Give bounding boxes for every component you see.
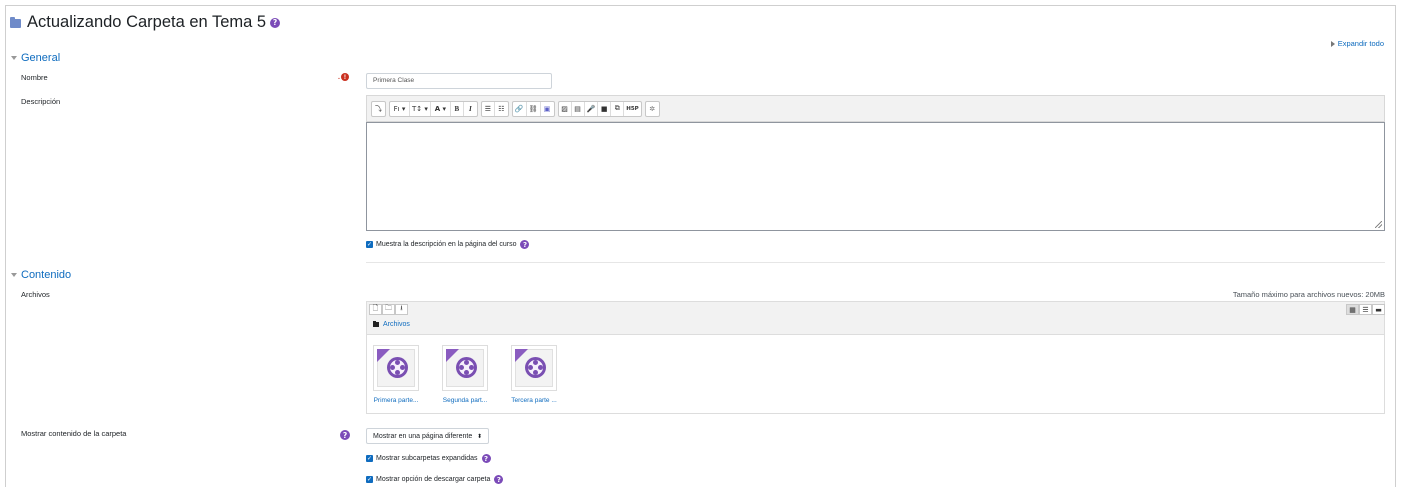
image-button[interactable]: ▨: [559, 101, 572, 116]
unordered-list-button[interactable]: ☰: [482, 101, 495, 116]
resize-grip-icon[interactable]: [1375, 221, 1382, 228]
page-heading: Actualizando Carpeta en Tema 5 ?: [10, 13, 281, 32]
ordered-list-button[interactable]: ☷: [495, 102, 508, 116]
link-button[interactable]: 🔗: [513, 101, 527, 116]
section-content-toggle[interactable]: Contenido: [11, 269, 71, 281]
tree-view-icon[interactable]: ▬: [1372, 304, 1385, 315]
path-label: Archivos: [383, 321, 410, 328]
expand-all-link[interactable]: Expandir todo: [1330, 39, 1384, 48]
list-view-icon[interactable]: ☰: [1359, 304, 1372, 315]
show-subfolders-label: Mostrar subcarpetas expandidas: [376, 455, 478, 462]
help-icon[interactable]: ?: [340, 430, 350, 440]
manage-files-button[interactable]: ⧉: [611, 101, 625, 116]
toolbar-group-5: ▨ ▤ 🎤 ■ ⧉ H5P: [557, 100, 642, 117]
filemanager-view-switch: ▦ ☰ ▬: [1346, 304, 1385, 315]
toolbar-group-3: ☰ ☷: [480, 100, 509, 117]
form-frame: [5, 5, 1396, 487]
toolbar-group-1: ⤵: [371, 100, 386, 117]
triangle-down-icon: [11, 273, 17, 277]
triangle-right-icon: [1330, 40, 1335, 47]
accessibility-button[interactable]: ✲: [646, 102, 659, 116]
file-name: Tercera parte ...: [511, 397, 557, 404]
filemanager-actions: 🗋 🗀 ⭳: [369, 304, 408, 315]
filemanager-content: Primera parte... Segunda part... Tercera…: [366, 335, 1385, 414]
file-name: Primera parte...: [373, 397, 419, 404]
record-audio-button[interactable]: 🎤: [585, 101, 599, 116]
expand-all-label: Expandir todo: [1337, 39, 1384, 48]
filemanager-toolbar: [366, 301, 1385, 335]
section-general-toggle[interactable]: General: [11, 52, 60, 64]
page-title: Actualizando Carpeta en Tema 5: [27, 13, 267, 31]
add-file-icon[interactable]: 🗋: [369, 304, 382, 315]
bold-button[interactable]: B: [451, 101, 464, 116]
required-dot: .: [338, 73, 340, 81]
select-arrow-icon: ⬍: [476, 432, 482, 440]
video-file-icon: [442, 345, 488, 391]
font-color-button[interactable]: A ▾: [431, 101, 451, 116]
folder-icon: [373, 321, 379, 327]
file-item[interactable]: Tercera parte ...: [510, 345, 558, 404]
help-icon[interactable]: ?: [520, 240, 530, 249]
help-icon[interactable]: ?: [494, 475, 504, 484]
description-label: Descripción: [21, 97, 61, 106]
show-description-label: Muestra la descripción en la página del …: [376, 241, 517, 248]
teams-button[interactable]: ▣: [541, 102, 554, 116]
toolbar-toggle-button[interactable]: ⤵: [372, 102, 385, 116]
show-subfolders-checkbox[interactable]: ✓: [366, 455, 373, 462]
help-icon[interactable]: ?: [270, 17, 281, 28]
show-description-checkbox-row[interactable]: ✓ Muestra la descripción en la página de…: [366, 240, 530, 249]
toolbar-group-4: 🔗 ⛓ ▣: [511, 100, 555, 117]
section-divider: [366, 262, 1385, 263]
file-item[interactable]: Primera parte...: [372, 345, 420, 404]
record-video-button[interactable]: ■: [598, 101, 612, 116]
editor-toolbar: ⤵ Fı ▾ T↕ ▾ A ▾ B I ☰ ☷ 🔗 ⛓ ▣ ▨ ▤ 🎤 ■ ⧉ …: [366, 95, 1385, 122]
unlink-button[interactable]: ⛓: [527, 101, 541, 116]
display-content-value: Mostrar en una página diferente: [373, 432, 473, 440]
display-content-select[interactable]: Mostrar en una página diferente ⬍: [366, 428, 489, 444]
toolbar-group-2: Fı ▾ T↕ ▾ A ▾ B I: [389, 100, 478, 117]
download-icon[interactable]: ⭳: [395, 304, 408, 315]
show-download-label: Mostrar opción de descargar carpeta: [376, 476, 491, 483]
font-size-button[interactable]: T↕ ▾: [410, 101, 431, 116]
required-indicator: . !: [338, 73, 349, 81]
section-general-title: General: [21, 52, 61, 64]
section-content-title: Contenido: [21, 269, 72, 281]
media-button[interactable]: ▤: [572, 101, 585, 116]
show-download-checkbox[interactable]: ✓: [366, 476, 373, 483]
name-input[interactable]: Primera Clase: [366, 73, 552, 89]
show-subfolders-checkbox-row[interactable]: ✓ Mostrar subcarpetas expandidas ?: [366, 454, 491, 463]
font-family-button[interactable]: Fı ▾: [390, 101, 410, 116]
name-label: Nombre: [21, 73, 48, 82]
filemanager-path[interactable]: Archivos: [373, 321, 410, 328]
file-name: Segunda part...: [442, 397, 488, 404]
triangle-down-icon: [11, 56, 17, 60]
italic-button[interactable]: I: [464, 102, 477, 116]
display-content-label: Mostrar contenido de la carpeta: [21, 429, 127, 438]
files-label: Archivos: [21, 290, 50, 299]
file-item[interactable]: Segunda part...: [441, 345, 489, 404]
required-icon: !: [340, 73, 349, 81]
icon-view-icon[interactable]: ▦: [1346, 304, 1359, 315]
video-file-icon: [373, 345, 419, 391]
show-download-checkbox-row[interactable]: ✓ Mostrar opción de descargar carpeta ?: [366, 475, 504, 484]
toolbar-group-6: ✲: [644, 100, 660, 117]
max-size-note: Tamaño máximo para archivos nuevos: 20MB: [1232, 290, 1385, 299]
help-icon[interactable]: ?: [481, 454, 491, 463]
create-folder-icon[interactable]: 🗀: [382, 304, 395, 315]
description-editor[interactable]: [366, 122, 1385, 231]
video-file-icon: [511, 345, 557, 391]
folder-icon: [10, 17, 21, 28]
h5p-button[interactable]: H5P: [624, 102, 640, 116]
show-description-checkbox[interactable]: ✓: [366, 241, 373, 248]
